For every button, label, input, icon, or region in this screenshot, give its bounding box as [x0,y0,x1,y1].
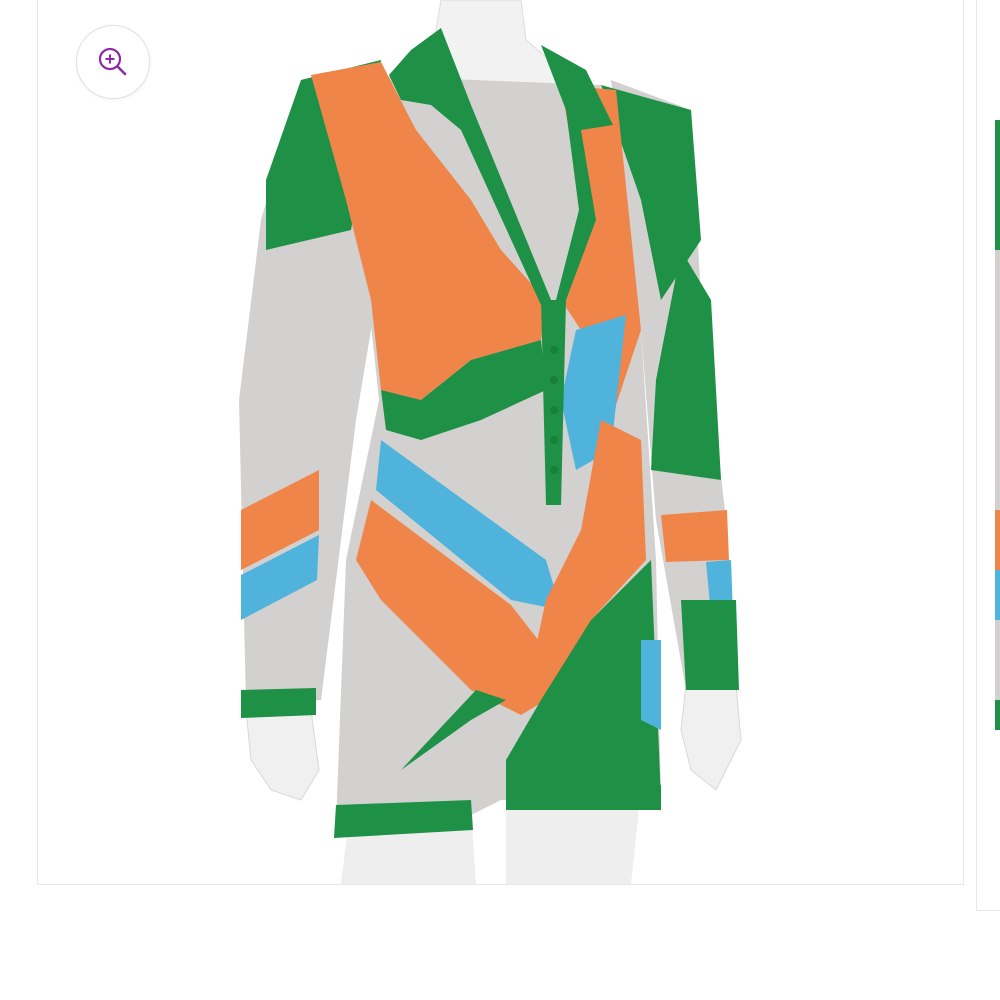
next-gallery-image[interactable] [976,0,1000,911]
mannequin-hand-left [245,709,320,801]
button-2 [550,376,558,384]
product-image [239,0,742,884]
next-product-image-preview [995,120,1000,730]
torso-blue-lower [641,640,661,730]
button-4 [550,436,558,444]
zoom-in-icon [98,47,127,76]
product-image-frame[interactable] [37,0,964,885]
mannequin-hand-right [680,684,742,791]
zoom-button[interactable] [76,25,150,99]
hem-right [506,785,661,810]
product-gallery [0,0,1000,1000]
button-5 [550,466,558,474]
button-3 [550,406,558,414]
button-1 [550,346,558,354]
sleeve-right-cuff [681,600,739,690]
sleeve-left-cuff [241,688,316,718]
sleeve-right-orange [661,510,729,562]
